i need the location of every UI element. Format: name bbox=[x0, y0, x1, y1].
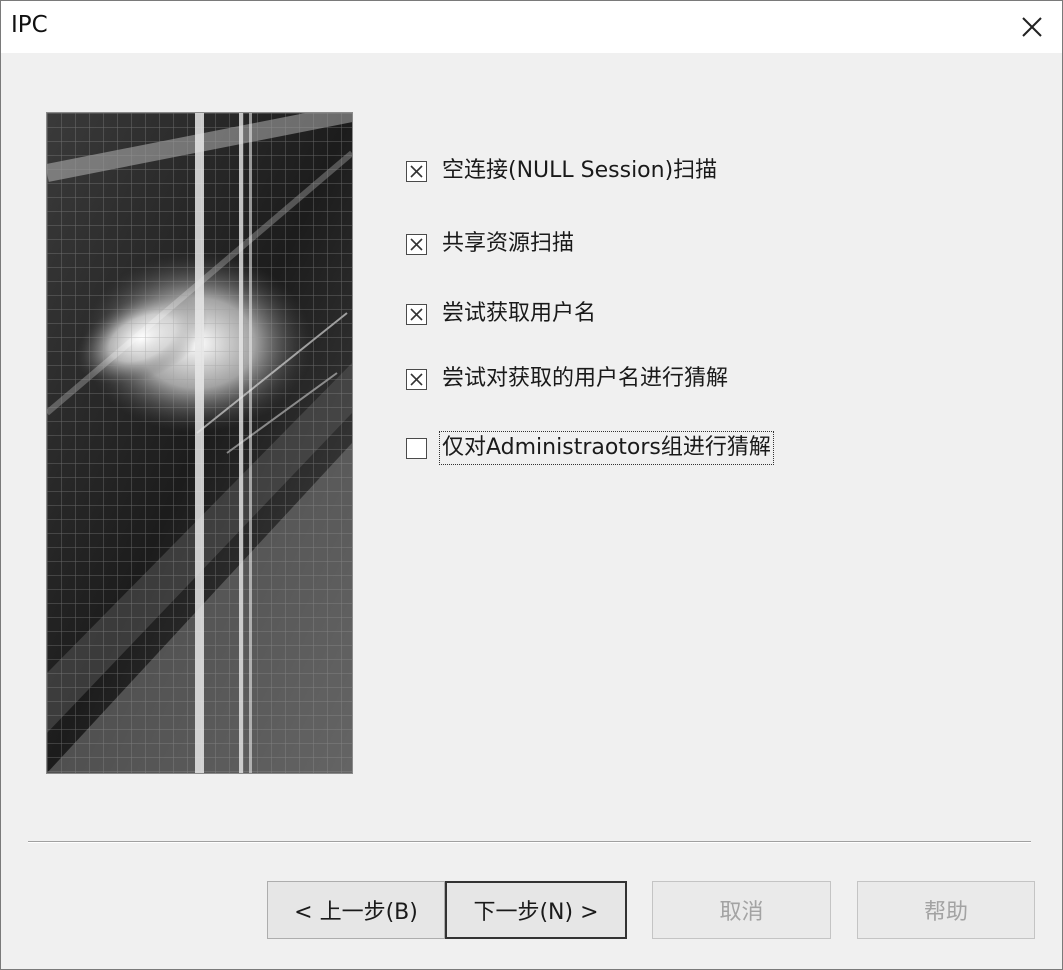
option-label: 尝试对获取的用户名进行猜解 bbox=[442, 366, 729, 391]
option-null-session-scan[interactable]: 空连接(NULL Session)扫描 bbox=[406, 156, 717, 186]
checkbox-checked-icon bbox=[410, 307, 423, 321]
option-share-scan[interactable]: 共享资源扫描 bbox=[406, 229, 574, 259]
close-button[interactable] bbox=[1016, 11, 1048, 43]
checkbox-get-usernames[interactable] bbox=[406, 303, 427, 325]
option-label: 仅对Administraotors组进行猜解 bbox=[439, 431, 774, 465]
cancel-button[interactable]: 取消 bbox=[652, 881, 831, 939]
help-button[interactable]: 帮助 bbox=[857, 881, 1035, 939]
wizard-banner-image bbox=[46, 112, 353, 774]
checkbox-crack-usernames[interactable] bbox=[406, 368, 427, 390]
title-bar[interactable]: IPC bbox=[1, 1, 1062, 53]
next-button[interactable]: 下一步(N) > bbox=[445, 881, 627, 939]
checkbox-checked-icon bbox=[410, 372, 423, 386]
checkbox-checked-icon bbox=[410, 164, 423, 178]
option-get-usernames[interactable]: 尝试获取用户名 bbox=[406, 299, 596, 329]
separator bbox=[28, 841, 1031, 843]
window-title: IPC bbox=[11, 12, 48, 38]
option-label: 共享资源扫描 bbox=[442, 231, 575, 256]
option-label: 尝试获取用户名 bbox=[442, 301, 597, 326]
back-button[interactable]: < 上一步(B) bbox=[267, 881, 445, 939]
close-icon bbox=[1022, 17, 1042, 37]
checkbox-admin-group-only[interactable] bbox=[406, 437, 427, 459]
option-admin-group-only[interactable]: 仅对Administraotors组进行猜解 bbox=[406, 431, 774, 465]
checkbox-share-scan[interactable] bbox=[406, 233, 427, 255]
checkbox-null-session-scan[interactable] bbox=[406, 160, 427, 182]
option-label: 空连接(NULL Session)扫描 bbox=[442, 158, 718, 183]
option-crack-usernames[interactable]: 尝试对获取的用户名进行猜解 bbox=[406, 364, 728, 394]
checkbox-checked-icon bbox=[410, 237, 423, 251]
wizard-dialog: IPC 空连接(NULL Session)扫描 共享资源扫描 尝试获取用户名 尝… bbox=[0, 0, 1063, 970]
